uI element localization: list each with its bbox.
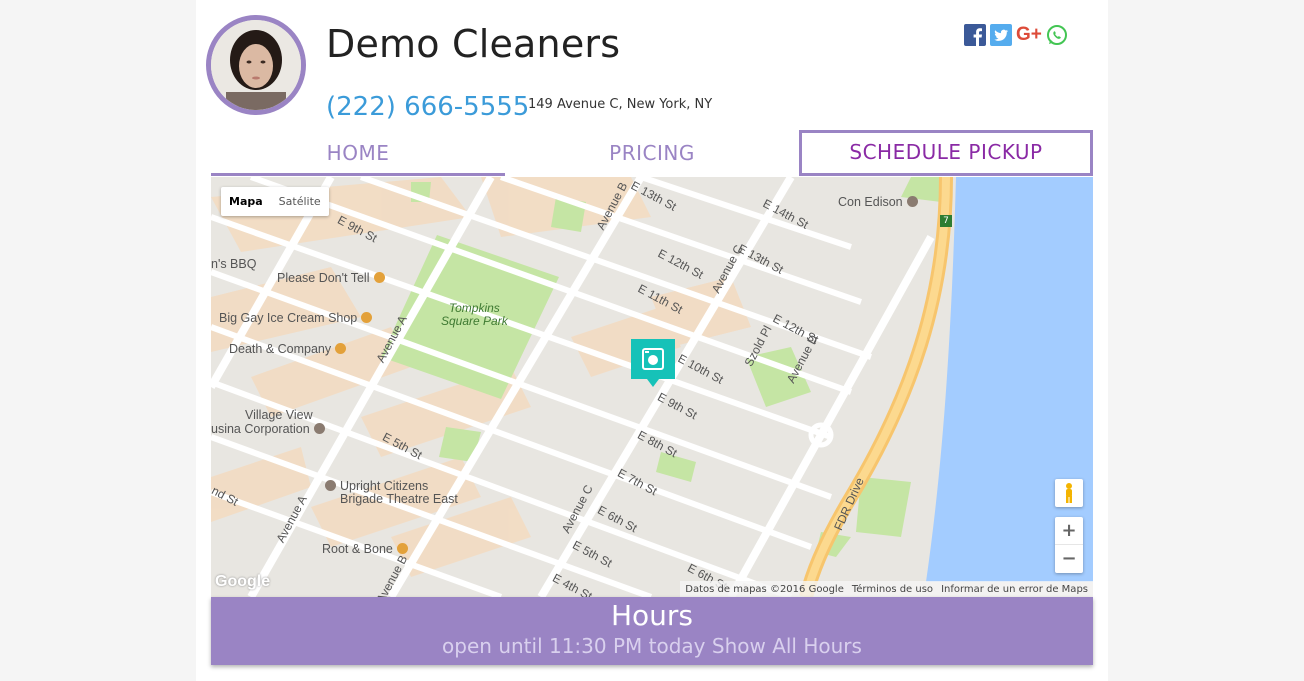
poi-label[interactable]: Brigade Theatre East [340, 492, 458, 506]
poi-label[interactable]: Please Don't Tell [277, 271, 385, 285]
tab-pricing[interactable]: PRICING [505, 130, 799, 176]
facebook-icon[interactable] [964, 24, 986, 46]
restaurant-icon [396, 543, 408, 554]
report-error-link[interactable]: Informar de un error de Maps [941, 584, 1088, 595]
washing-machine-icon [642, 348, 664, 370]
building-icon [906, 196, 918, 207]
business-address: 149 Avenue C, New York, NY [528, 97, 713, 112]
hours-panel[interactable]: Hours open until 11:30 PM today Show All… [211, 597, 1093, 665]
map-data-credit: Datos de mapas ©2016 Google [685, 583, 844, 595]
restaurant-icon [373, 272, 385, 283]
tab-home[interactable]: HOME [211, 130, 505, 176]
google-map[interactable]: Mapa Satélite Tompkins Square Park E 9th … [211, 177, 1093, 597]
poi-label[interactable]: Con Edison [838, 195, 918, 209]
poi-label[interactable]: usina Corporation [211, 422, 325, 436]
whatsapp-icon[interactable] [1046, 24, 1068, 46]
poi-name: Big Gay Ice Cream Shop [219, 311, 358, 325]
twitter-icon[interactable] [990, 24, 1012, 46]
poi-name: Root & Bone [322, 542, 393, 556]
building-icon [325, 480, 336, 491]
zoom-control: + − [1055, 517, 1083, 573]
social-share-bar: G+ [964, 24, 1068, 46]
map-base-layer [211, 177, 1093, 597]
building-icon [313, 423, 325, 434]
main-nav: HOME PRICING SCHEDULE PICKUP [211, 130, 1093, 176]
poi-label[interactable]: Death & Company [229, 342, 347, 356]
business-map-marker[interactable] [631, 339, 675, 379]
business-name: Demo Cleaners [326, 22, 621, 66]
google-logo[interactable]: Google [215, 573, 270, 591]
hours-summary[interactable]: open until 11:30 PM today Show All Hours [211, 634, 1093, 658]
marker-pointer [647, 379, 659, 387]
poi-label[interactable]: Root & Bone [322, 542, 408, 556]
route-badge: 7 [940, 215, 952, 227]
poi-name: usina Corporation [211, 422, 310, 436]
restaurant-icon [335, 343, 347, 354]
avatar [206, 15, 306, 115]
google-plus-icon[interactable]: G+ [1016, 24, 1042, 46]
portrait-image [211, 20, 301, 110]
business-page: Demo Cleaners (222) 666-5555 149 Avenue … [196, 0, 1108, 681]
poi-label[interactable]: Upright Citizens [325, 479, 428, 493]
map-type-satellite[interactable]: Satélite [271, 187, 329, 216]
zoom-out-button[interactable]: − [1055, 545, 1083, 573]
poi-name: Upright Citizens [340, 479, 429, 493]
zoom-in-button[interactable]: + [1055, 517, 1083, 545]
poi-label[interactable]: Village View [245, 408, 313, 422]
street-view-pegman-icon[interactable] [1055, 479, 1083, 507]
poi-name: Death & Company [229, 342, 332, 356]
terms-link[interactable]: Términos de uso [852, 584, 933, 595]
poi-name: Please Don't Tell [277, 271, 370, 285]
hours-title: Hours [610, 599, 694, 632]
map-attribution: Datos de mapas ©2016 Google Términos de … [680, 581, 1093, 597]
restaurant-icon [361, 312, 373, 323]
poi-name: Con Edison [838, 195, 903, 209]
park-label: Tompkins Square Park [441, 301, 508, 328]
poi-label[interactable]: Big Gay Ice Cream Shop [219, 311, 373, 325]
phone-link[interactable]: (222) 666-5555 [326, 92, 529, 122]
map-type-map[interactable]: Mapa [221, 187, 271, 216]
schedule-pickup-button[interactable]: SCHEDULE PICKUP [799, 130, 1093, 176]
poi-label[interactable]: n's BBQ [211, 257, 256, 271]
map-type-control: Mapa Satélite [221, 187, 329, 216]
